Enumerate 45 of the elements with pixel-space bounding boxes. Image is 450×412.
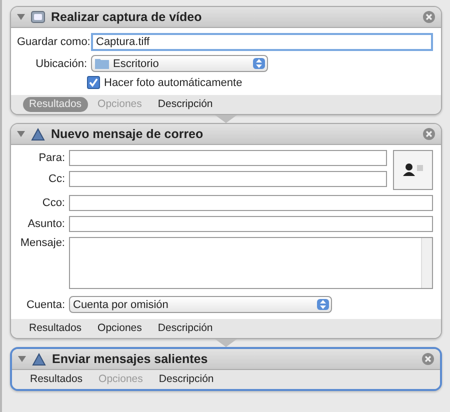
- filename-field[interactable]: Captura.tiff: [91, 33, 433, 51]
- camera-icon: [31, 11, 45, 23]
- scroll-bar[interactable]: [421, 238, 432, 288]
- action-title: Enviar mensajes salientes: [52, 352, 209, 366]
- field-label: Guardar como:: [17, 36, 87, 48]
- person-card-icon: [401, 162, 425, 178]
- field-label: Mensaje:: [19, 237, 65, 249]
- message-area[interactable]: [69, 237, 433, 289]
- action-title: Nuevo mensaje de correo: [51, 127, 204, 141]
- address-book-button[interactable]: [393, 150, 433, 190]
- field-label: Cuenta:: [25, 298, 65, 310]
- field-label: Para:: [38, 152, 65, 164]
- account-popup[interactable]: Cuenta por omisión: [69, 296, 332, 313]
- checkbox[interactable]: [87, 76, 100, 89]
- footer-tab[interactable]: Descripción: [152, 372, 220, 387]
- location-popup[interactable]: Escritorio: [91, 55, 268, 72]
- stamp-icon: [32, 352, 46, 366]
- text-field[interactable]: [69, 195, 433, 211]
- folder-icon: [95, 58, 109, 69]
- disclosure-triangle-icon[interactable]: [17, 130, 25, 138]
- close-icon[interactable]: [423, 11, 435, 23]
- field-label: Ubicación:: [34, 58, 87, 70]
- disclosure-triangle-icon[interactable]: [18, 355, 26, 363]
- action-title: Realizar captura de vídeo: [51, 10, 203, 24]
- popup-arrows-icon: [253, 58, 265, 69]
- footer-tab[interactable]: Resultados: [23, 321, 88, 336]
- footer-tab[interactable]: Resultados: [24, 372, 89, 387]
- stamp-icon: [31, 128, 45, 140]
- popup-arrows-icon: [317, 299, 329, 310]
- checkbox-label: Hacer foto automáticamente: [104, 76, 242, 88]
- text-field[interactable]: [69, 216, 433, 232]
- close-icon[interactable]: [422, 353, 434, 365]
- close-icon[interactable]: [423, 128, 435, 140]
- connector-notch: [215, 339, 237, 347]
- action-card[interactable]: Nuevo mensaje de correo Para: Cc: Cco: Asunto: Mensaje: Cuenta: Cuenta por omisión Resultados Opciones Descripción: [10, 123, 442, 339]
- field-label: Asunto:: [26, 218, 65, 230]
- field-label: Cco:: [41, 197, 65, 209]
- text-field[interactable]: [69, 171, 387, 187]
- disclosure-triangle-icon[interactable]: [17, 13, 25, 21]
- footer-tab[interactable]: Descripción: [152, 97, 219, 112]
- text-field[interactable]: [69, 150, 387, 166]
- connector-notch: [215, 115, 237, 123]
- footer-tab[interactable]: Opciones: [92, 321, 148, 336]
- footer-tab[interactable]: Descripción: [152, 321, 219, 336]
- field-label: Cc:: [48, 173, 65, 185]
